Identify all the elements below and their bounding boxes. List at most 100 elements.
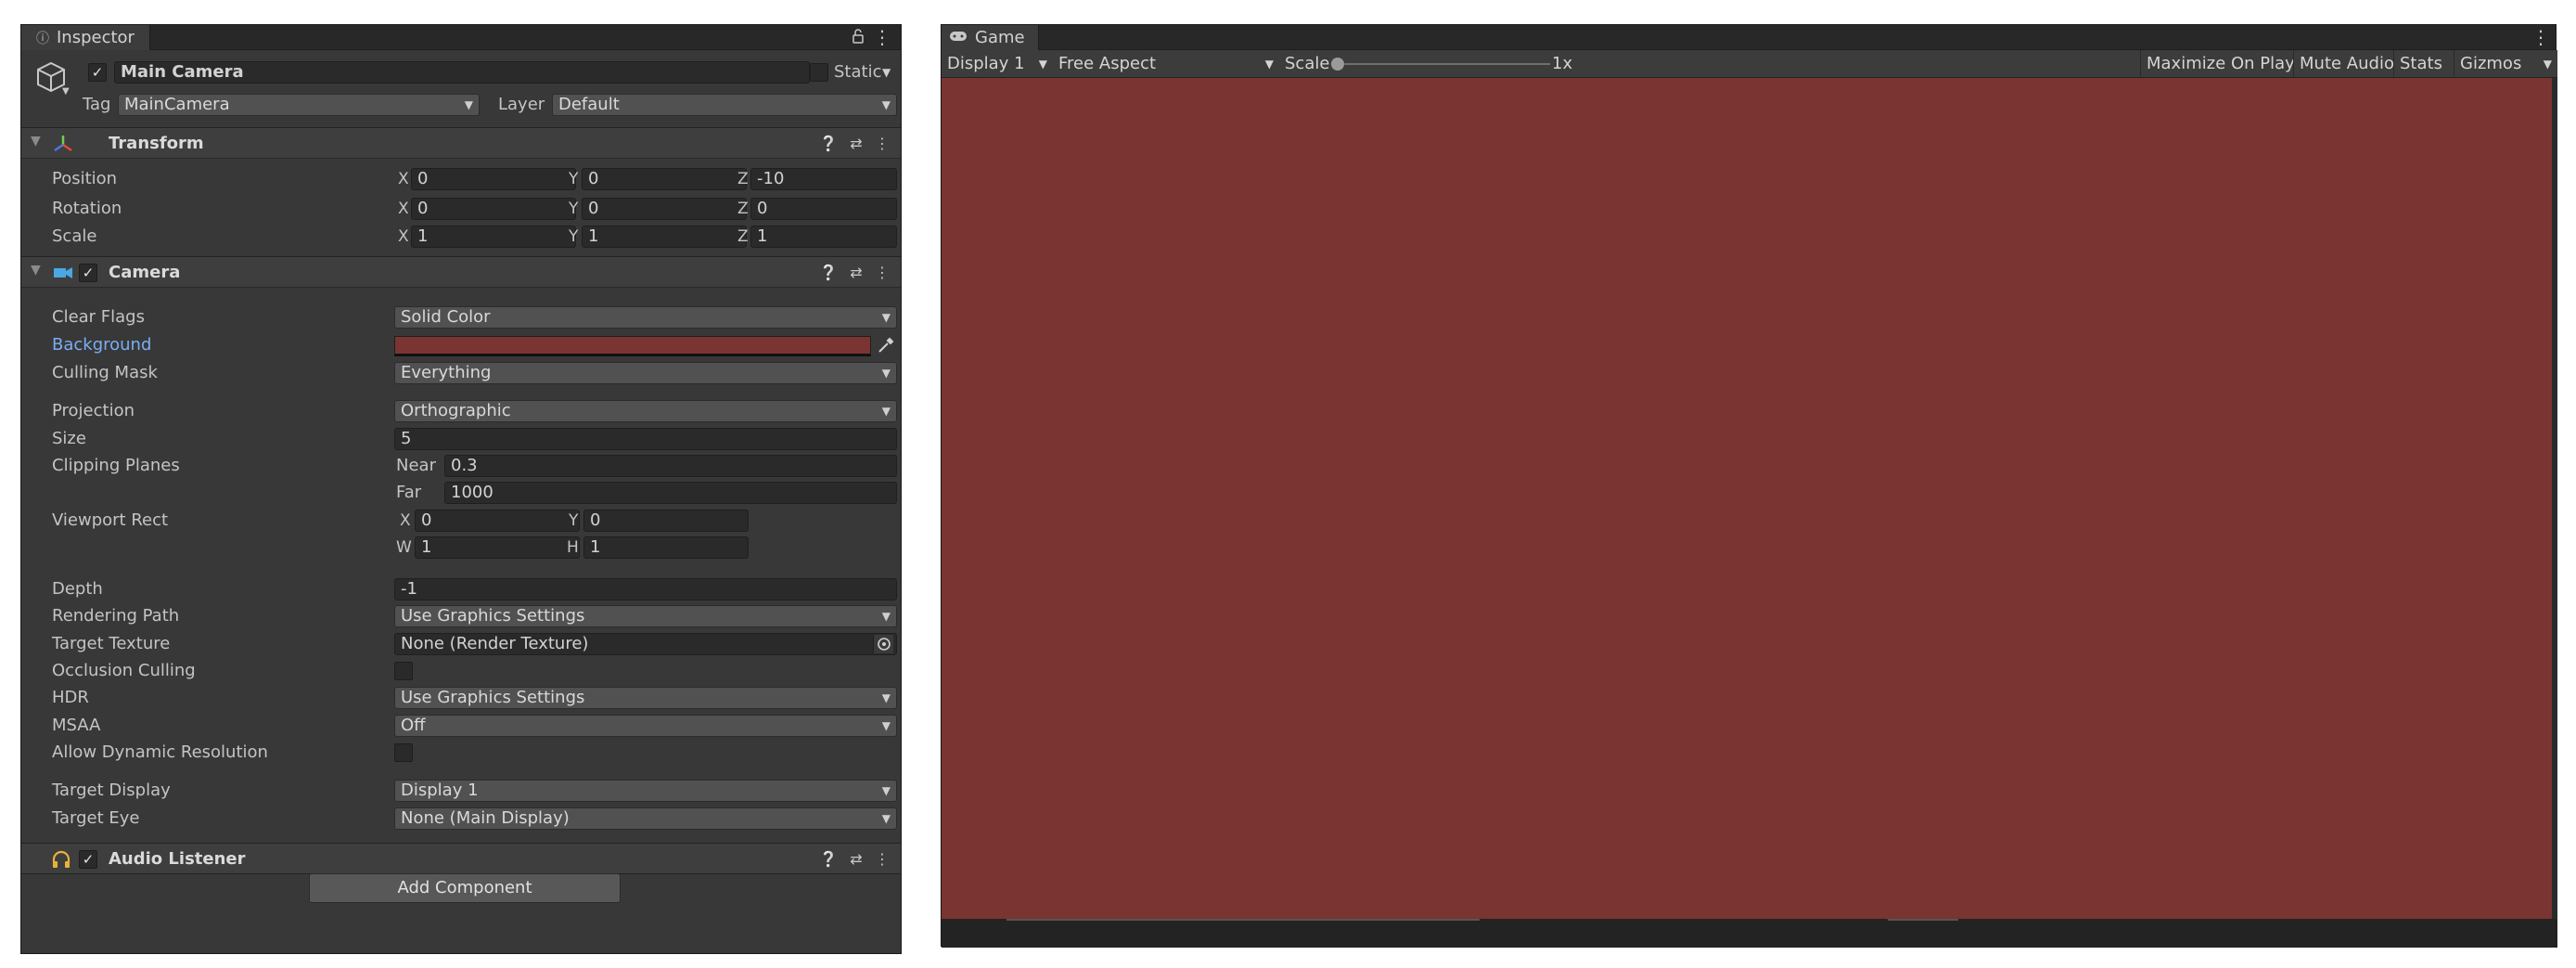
help-icon[interactable]: ❔ <box>819 844 838 875</box>
transform-position-x-field[interactable]: 0 <box>411 168 576 190</box>
aspect-dropdown[interactable]: Free Aspect ▼ <box>1053 50 1279 78</box>
projection-dropdown[interactable]: Orthographic ▼ <box>394 400 897 422</box>
transform-rotation-x-field[interactable]: 0 <box>411 198 576 220</box>
scale-value: 1x <box>1552 54 1573 73</box>
icon-dropdown-arrow-icon[interactable]: ▼ <box>62 86 70 97</box>
aspect-value: Free Aspect <box>1058 54 1157 73</box>
transform-rotation-y-field[interactable]: 0 <box>582 198 747 220</box>
transform-header[interactable]: ▼ Transform ❔ ⇄ ⋮ <box>21 127 901 159</box>
viewport-rect-label: Viewport Rect <box>52 510 169 530</box>
viewport-x-field[interactable]: 0 <box>415 510 580 532</box>
rendering-path-label: Rendering Path <box>52 606 180 626</box>
camera-icon <box>53 265 73 286</box>
occlusion-culling-checkbox[interactable] <box>394 662 413 680</box>
component-menu-icon[interactable]: ⋮ <box>873 128 891 160</box>
clipping-planes-label: Clipping Planes <box>52 456 180 475</box>
add-component-button[interactable]: Add Component <box>309 873 621 903</box>
game-viewport[interactable] <box>942 78 2552 919</box>
transform-position-z-field[interactable]: -10 <box>750 168 897 190</box>
presets-icon[interactable]: ⇄ <box>847 257 865 289</box>
target-display-dropdown[interactable]: Display 1 ▼ <box>394 780 897 802</box>
static-checkbox[interactable] <box>810 63 828 82</box>
projection-label: Projection <box>52 401 135 420</box>
rendering-path-dropdown[interactable]: Use Graphics Settings ▼ <box>394 605 897 627</box>
chevron-down-icon: ▼ <box>881 719 891 732</box>
tag-value: MainCamera <box>124 95 230 114</box>
static-label: Static <box>834 62 882 82</box>
camera-header[interactable]: ▼ ✓ Camera ❔ ⇄ ⋮ <box>21 256 901 288</box>
horizontal-scrollbar[interactable] <box>1006 919 1480 921</box>
tag-dropdown[interactable]: MainCamera ▼ <box>118 94 480 116</box>
rendering-path-value: Use Graphics Settings <box>401 606 585 626</box>
chevron-down-icon: ▼ <box>881 311 891 324</box>
hdr-dropdown[interactable]: Use Graphics Settings ▼ <box>394 687 897 709</box>
chevron-down-icon: ▼ <box>1038 58 1047 71</box>
near-field[interactable]: 0.3 <box>444 455 897 477</box>
camera-enabled-checkbox[interactable]: ✓ <box>79 264 97 282</box>
audio-listener-enabled-checkbox[interactable]: ✓ <box>79 850 97 869</box>
projection-value: Orthographic <box>401 401 511 420</box>
object-picker-icon[interactable] <box>873 635 893 653</box>
target-eye-dropdown[interactable]: None (Main Display) ▼ <box>394 807 897 830</box>
game-tab-label: Game <box>975 28 1025 47</box>
transform-position-y-field[interactable]: 0 <box>582 168 747 190</box>
near-label: Near <box>396 456 436 475</box>
scale-slider-track[interactable] <box>1337 63 1550 65</box>
eyedropper-icon[interactable] <box>877 336 895 359</box>
transform-scale-x-field[interactable]: 1 <box>411 226 576 248</box>
object-name-field[interactable]: Main Camera <box>114 61 810 84</box>
clear-flags-dropdown[interactable]: Solid Color ▼ <box>394 306 897 329</box>
help-icon[interactable]: ❔ <box>819 128 838 160</box>
scale-slider-thumb[interactable] <box>1331 58 1344 71</box>
stats-toggle[interactable]: Stats <box>2393 50 2448 78</box>
presets-icon[interactable]: ⇄ <box>847 128 865 160</box>
size-field[interactable]: 5 <box>394 428 897 450</box>
headphones-icon <box>51 849 71 874</box>
more-options-icon[interactable]: ⋮ <box>873 27 891 47</box>
depth-field[interactable]: -1 <box>394 578 897 600</box>
tab-game[interactable]: Game <box>942 25 1039 50</box>
transform-position-z-label: Z <box>737 170 749 188</box>
lock-icon[interactable] <box>849 27 867 47</box>
mute-audio-toggle[interactable]: Mute Audio <box>2293 50 2400 78</box>
viewport-x-label: X <box>400 511 411 530</box>
foldout-arrow-icon[interactable]: ▼ <box>31 134 41 148</box>
culling-mask-dropdown[interactable]: Everything ▼ <box>394 362 897 384</box>
transform-scale-z-field[interactable]: 1 <box>750 226 897 248</box>
horizontal-scrollbar-handle[interactable] <box>1888 919 1958 921</box>
msaa-dropdown[interactable]: Off ▼ <box>394 715 897 737</box>
far-label: Far <box>396 483 422 502</box>
help-icon[interactable]: ❔ <box>819 257 838 289</box>
more-options-icon[interactable]: ⋮ <box>2531 27 2550 47</box>
component-menu-icon[interactable]: ⋮ <box>873 257 891 289</box>
viewport-y-field[interactable]: 0 <box>583 510 749 532</box>
dynamic-resolution-checkbox[interactable] <box>394 743 413 762</box>
layer-dropdown[interactable]: Default ▼ <box>552 94 897 116</box>
chevron-down-icon: ▼ <box>881 405 891 418</box>
display-dropdown[interactable]: Display 1 ▼ <box>942 50 1053 78</box>
gizmos-dropdown[interactable]: Gizmos ▼ <box>2454 50 2557 78</box>
static-dropdown-arrow-icon[interactable]: ▼ <box>882 61 891 84</box>
game-toolbar: Display 1 ▼ Free Aspect ▼ Scale 1x Maxim… <box>942 50 2557 78</box>
far-field[interactable]: 1000 <box>444 482 897 504</box>
transform-position-y-label: Y <box>569 170 579 188</box>
presets-icon[interactable]: ⇄ <box>847 844 865 875</box>
viewport-h-field[interactable]: 1 <box>583 536 749 559</box>
tab-inspector[interactable]: ⓘ Inspector <box>21 25 150 50</box>
target-eye-label: Target Eye <box>52 808 140 828</box>
foldout-arrow-icon[interactable]: ▼ <box>31 263 41 277</box>
transform-scale-label: Scale <box>52 226 97 246</box>
viewport-w-field[interactable]: 1 <box>415 536 580 559</box>
maximize-on-play-toggle[interactable]: Maximize On Play <box>2140 50 2300 78</box>
clear-flags-value: Solid Color <box>401 307 491 327</box>
background-color-field[interactable] <box>394 336 871 356</box>
transform-scale-y-field[interactable]: 1 <box>582 226 747 248</box>
layer-label: Layer <box>498 95 545 114</box>
object-active-checkbox[interactable]: ✓ <box>88 63 107 82</box>
component-menu-icon[interactable]: ⋮ <box>873 844 891 875</box>
target-texture-label: Target Texture <box>52 634 171 653</box>
vertical-scrollbar[interactable] <box>2552 78 2557 919</box>
audio-listener-header[interactable]: ✓ Audio Listener ❔ ⇄ ⋮ <box>21 843 901 874</box>
target-texture-field[interactable]: None (Render Texture) <box>394 633 897 655</box>
transform-rotation-z-field[interactable]: 0 <box>750 198 897 220</box>
